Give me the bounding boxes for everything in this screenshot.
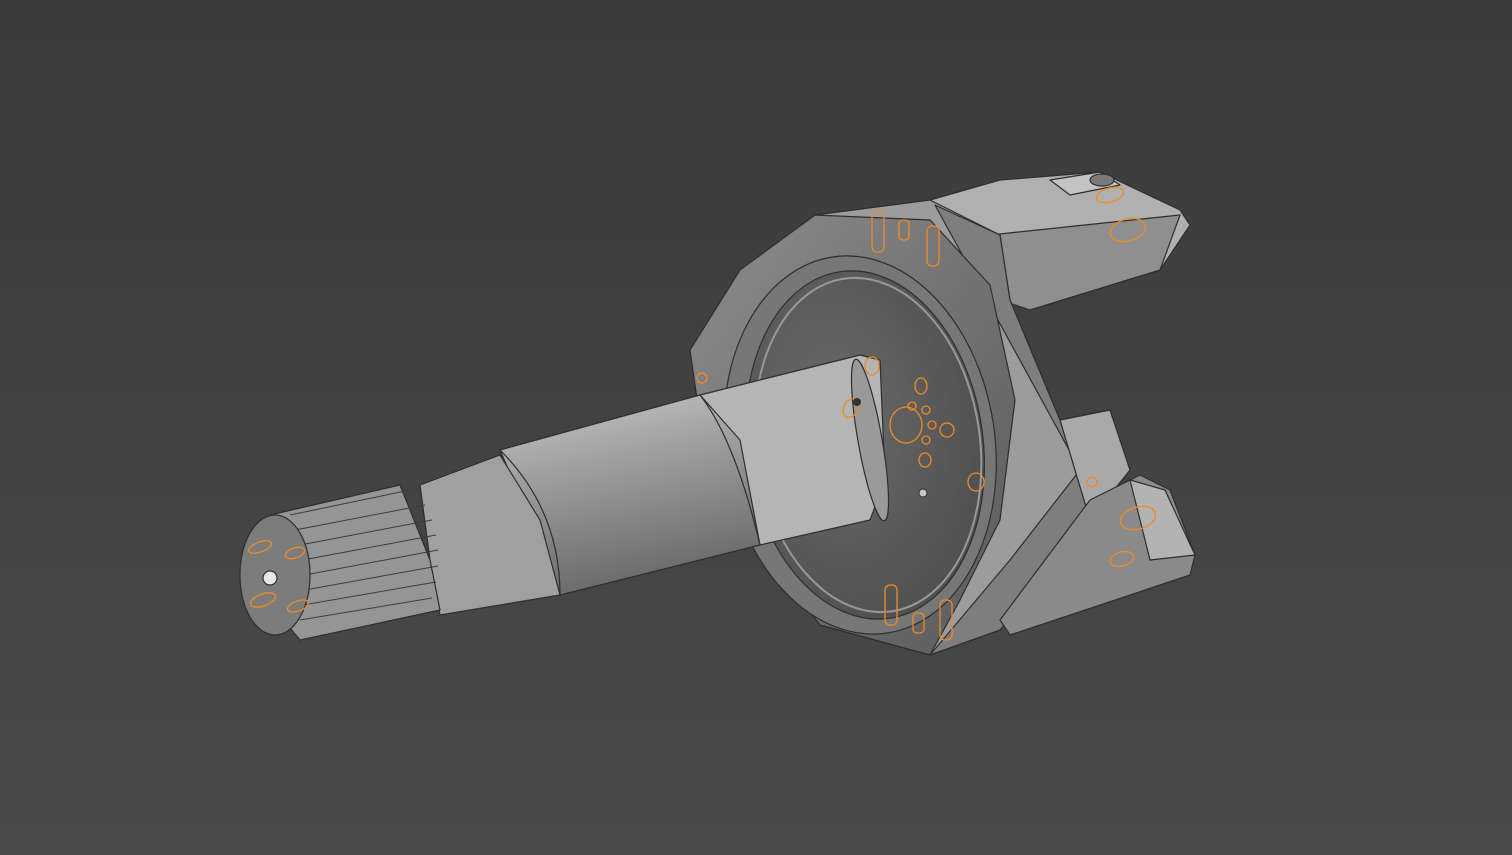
- 3d-viewport[interactable]: [0, 0, 1512, 855]
- 3d-model-render[interactable]: [0, 0, 1512, 855]
